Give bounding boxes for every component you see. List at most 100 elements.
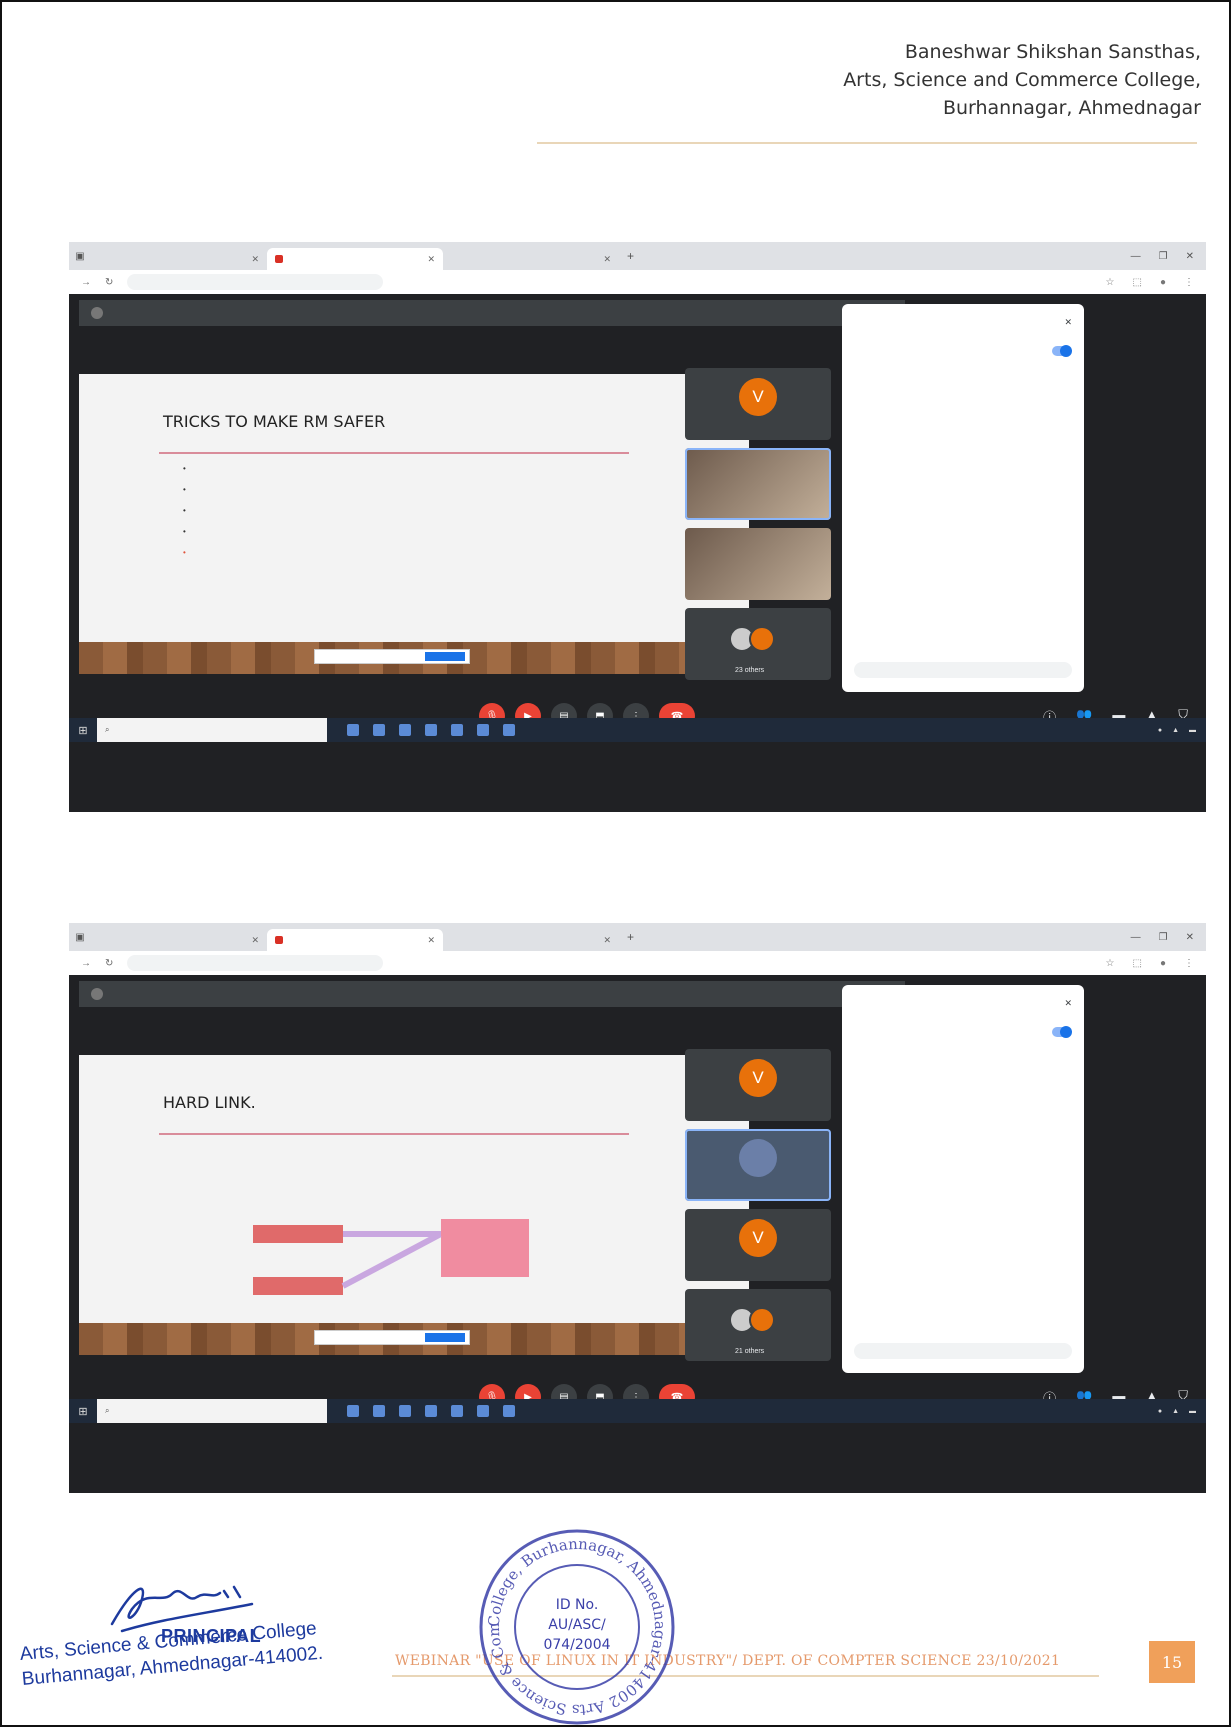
close-icon[interactable]: ✕ — [1064, 317, 1072, 328]
taskbar-app-icon[interactable] — [425, 1405, 437, 1417]
reload-icon[interactable]: ↻ — [105, 958, 113, 969]
participant-avatar: V — [739, 1219, 777, 1257]
close-icon[interactable]: ✕ — [427, 254, 435, 265]
taskbar-app-icon[interactable] — [503, 1405, 515, 1417]
participant-tile[interactable]: V — [685, 1209, 831, 1281]
chat-input[interactable] — [854, 1343, 1072, 1359]
participant-tile[interactable]: V — [685, 368, 831, 440]
close-icon[interactable]: ✕ — [427, 935, 435, 946]
forward-icon[interactable]: → — [81, 958, 91, 969]
browser-tab[interactable]: ✕ — [91, 248, 267, 270]
college-seal: College, Burhannagar, Ahmednagar-414002 … — [472, 1527, 675, 1725]
profile-icon[interactable]: ● — [1160, 277, 1166, 288]
window-menu-icon[interactable]: ▣ — [69, 251, 91, 262]
minimize-icon[interactable]: — — [1131, 251, 1141, 262]
seal-id-number: 074/2004 — [543, 1637, 610, 1653]
browser-tab-active[interactable]: ✕ — [267, 248, 443, 270]
stop-presenting-bar[interactable] — [314, 649, 470, 664]
participant-tile[interactable]: V — [685, 1049, 831, 1121]
allow-messages-toggle[interactable] — [1052, 345, 1072, 357]
tray-icon[interactable]: ● — [1158, 1408, 1162, 1415]
close-icon[interactable]: ✕ — [603, 935, 611, 946]
taskbar-app-icon[interactable] — [347, 724, 359, 736]
taskbar-app-icon[interactable] — [451, 724, 463, 736]
close-window-icon[interactable]: ✕ — [1186, 251, 1194, 262]
extension-icon[interactable]: ⬚ — [1133, 958, 1142, 969]
maximize-icon[interactable]: ❐ — [1159, 251, 1168, 262]
browser-tab-active[interactable]: ✕ — [267, 929, 443, 951]
minimize-icon[interactable]: — — [1131, 932, 1141, 943]
participant-tile-video[interactable] — [685, 528, 831, 600]
search-icon: ⌕ — [105, 725, 110, 734]
url-field[interactable] — [127, 955, 384, 971]
file-box-b — [253, 1277, 343, 1295]
slide-title: TRICKS TO MAKE RM SAFER — [163, 412, 386, 431]
reload-icon[interactable]: ↻ — [105, 277, 113, 288]
address-bar-row: → ↻ ☆ ⬚ ● ⋮ — [69, 270, 1206, 294]
tray-icon[interactable]: ▲ — [1172, 1408, 1179, 1415]
system-tray: ● ▲ ▬ — [1158, 727, 1206, 734]
notification-icon[interactable]: ▬ — [1189, 1408, 1196, 1415]
meet-screenshot-2: ▣ ✕ ✕ ✕ + — ❐ ✕ → ↻ ☆ ⬚ ● ⋮ HARD LINK. V… — [69, 923, 1206, 1493]
star-icon[interactable]: ☆ — [1106, 277, 1115, 288]
url-field[interactable] — [127, 274, 384, 290]
browser-tab-bar: ▣ ✕ ✕ ✕ + — ❐ ✕ — [69, 923, 1206, 951]
allow-messages-toggle[interactable] — [1052, 1026, 1072, 1038]
new-tab-icon[interactable]: + — [619, 930, 642, 944]
chat-message — [842, 412, 1084, 424]
presenter-avatar — [91, 307, 103, 319]
page-number: 15 — [1149, 1641, 1195, 1683]
slide-divider — [159, 452, 629, 454]
menu-icon[interactable]: ⋮ — [1184, 958, 1194, 969]
chat-input[interactable] — [854, 662, 1072, 678]
forward-icon[interactable]: → — [81, 277, 91, 288]
taskbar-app-icon[interactable] — [477, 724, 489, 736]
participant-tile-video[interactable] — [685, 448, 831, 520]
window-menu-icon[interactable]: ▣ — [69, 932, 91, 943]
close-icon[interactable]: ✕ — [1064, 998, 1072, 1009]
link-arrow — [341, 1231, 442, 1289]
taskbar-app-icon[interactable] — [451, 1405, 463, 1417]
windows-start-icon[interactable]: ⊞ — [69, 724, 97, 737]
windows-start-icon[interactable]: ⊞ — [69, 1405, 97, 1418]
notification-icon[interactable]: ▬ — [1189, 727, 1196, 734]
taskbar-search[interactable]: ⌕ — [97, 1399, 327, 1423]
stop-presenting-button[interactable] — [425, 1333, 465, 1342]
taskbar-app-icon[interactable] — [425, 724, 437, 736]
taskbar-app-icon[interactable] — [373, 724, 385, 736]
participant-tile-others[interactable]: 21 others — [685, 1289, 831, 1361]
stop-presenting-button[interactable] — [425, 652, 465, 661]
taskbar-app-icon[interactable] — [399, 724, 411, 736]
profile-icon[interactable]: ● — [1160, 958, 1166, 969]
taskbar-app-icon[interactable] — [347, 1405, 359, 1417]
browser-tab[interactable]: ✕ — [443, 248, 619, 270]
close-icon[interactable]: ✕ — [603, 254, 611, 265]
menu-icon[interactable]: ⋮ — [1184, 277, 1194, 288]
browser-tab[interactable]: ✕ — [91, 929, 267, 951]
taskbar-app-icon[interactable] — [477, 1405, 489, 1417]
shared-slide: TRICKS TO MAKE RM SAFER • • • • • — [79, 374, 749, 674]
maximize-icon[interactable]: ❐ — [1159, 932, 1168, 943]
taskbar-app-icon[interactable] — [373, 1405, 385, 1417]
chat-message — [842, 1093, 1084, 1105]
participant-tile-presenter[interactable] — [685, 1129, 831, 1201]
meet-window: TRICKS TO MAKE RM SAFER • • • • • V 23 o… — [69, 294, 1206, 742]
recording-icon — [275, 255, 283, 263]
close-window-icon[interactable]: ✕ — [1186, 932, 1194, 943]
close-icon[interactable]: ✕ — [251, 935, 259, 946]
taskbar-app-icon[interactable] — [503, 724, 515, 736]
chat-message — [842, 1069, 1084, 1081]
taskbar-search[interactable]: ⌕ — [97, 718, 327, 742]
extension-icon[interactable]: ⬚ — [1133, 277, 1142, 288]
taskbar-app-icon[interactable] — [399, 1405, 411, 1417]
stop-presenting-bar[interactable] — [314, 1330, 470, 1345]
tray-icon[interactable]: ● — [1158, 727, 1162, 734]
star-icon[interactable]: ☆ — [1106, 958, 1115, 969]
presenter-avatar — [91, 988, 103, 1000]
close-icon[interactable]: ✕ — [251, 254, 259, 265]
new-tab-icon[interactable]: + — [619, 249, 642, 263]
tray-icon[interactable]: ▲ — [1172, 727, 1179, 734]
shared-slide: HARD LINK. — [79, 1055, 749, 1355]
participant-tile-others[interactable]: 23 others — [685, 608, 831, 680]
browser-tab[interactable]: ✕ — [443, 929, 619, 951]
